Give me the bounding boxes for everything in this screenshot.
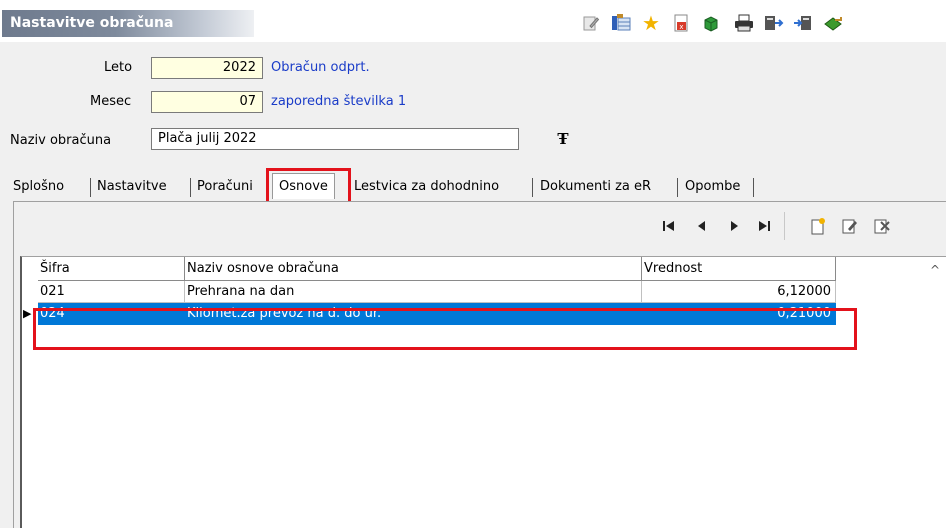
grid-navigator xyxy=(14,202,946,252)
cube-icon[interactable] xyxy=(700,12,722,34)
tab-lestvica[interactable]: Lestvica za dohodnino xyxy=(354,177,499,197)
font-icon[interactable]: Ŧ xyxy=(552,128,574,150)
leto-input[interactable]: 2022 xyxy=(151,57,263,79)
cell-naziv: Prehrana na dan xyxy=(185,281,642,303)
mesec-input[interactable]: 07 xyxy=(151,91,263,113)
delete-record-icon[interactable] xyxy=(872,216,892,236)
column-header-vrednost[interactable]: Vrednost xyxy=(642,257,836,281)
exit-icon[interactable] xyxy=(822,12,844,34)
tab-poracuni[interactable]: Poračuni xyxy=(197,177,253,197)
svg-text:x: x xyxy=(679,23,683,31)
window-title: Nastavitve obračuna xyxy=(2,10,254,37)
tab-opombe[interactable]: Opombe xyxy=(685,177,740,197)
printer-icon[interactable] xyxy=(733,12,755,34)
cell-sifra: 024 xyxy=(38,303,185,325)
star-icon[interactable]: ★ xyxy=(640,12,662,34)
column-header-sifra[interactable]: Šifra xyxy=(38,257,185,281)
table-icon[interactable] xyxy=(610,12,632,34)
scroll-up-icon[interactable]: ^ xyxy=(930,263,940,277)
pdf-icon[interactable]: x xyxy=(670,12,692,34)
tab-osnove[interactable]: Osnove xyxy=(272,173,335,199)
edit-icon[interactable] xyxy=(580,12,602,34)
osnove-grid: Šifra Naziv osnove obračuna Vrednost ^ 0… xyxy=(20,256,946,528)
naziv-label: Naziv obračuna xyxy=(10,133,112,148)
cell-vrednost: 6,12000 xyxy=(642,281,836,303)
tab-splosno[interactable]: Splošno xyxy=(13,177,64,197)
tab-strip: Splošno Nastavitve Poračuni Osnove Lestv… xyxy=(0,173,946,201)
leto-status: Obračun odprt. xyxy=(271,60,370,75)
last-record-icon[interactable] xyxy=(754,216,774,236)
window-titlebar: Nastavitve obračuna ★ x xyxy=(0,0,946,42)
next-record-icon[interactable] xyxy=(724,216,744,236)
tab-dokumenti[interactable]: Dokumenti za eR xyxy=(540,177,651,197)
new-record-icon[interactable] xyxy=(808,216,828,236)
column-header-naziv[interactable]: Naziv osnove obračuna xyxy=(185,257,642,281)
row-indicator-icon: ▶ xyxy=(23,307,32,320)
edit-record-icon[interactable] xyxy=(840,216,860,236)
naziv-input[interactable]: Plača julij 2022 xyxy=(151,128,519,150)
prev-record-icon[interactable] xyxy=(692,216,712,236)
cell-vrednost: 0,21000 xyxy=(642,303,836,325)
export-icon[interactable] xyxy=(763,12,785,34)
leto-label: Leto xyxy=(104,60,133,75)
cell-naziv: Kilomet.za prevoz na d. do ur. xyxy=(185,303,642,325)
mesec-label: Mesec xyxy=(90,94,132,109)
tab-nastavitve[interactable]: Nastavitve xyxy=(97,177,167,197)
mesec-status: zaporedna številka 1 xyxy=(271,94,407,109)
first-record-icon[interactable] xyxy=(659,216,679,236)
import-icon[interactable] xyxy=(792,12,814,34)
cell-sifra: 021 xyxy=(38,281,185,303)
